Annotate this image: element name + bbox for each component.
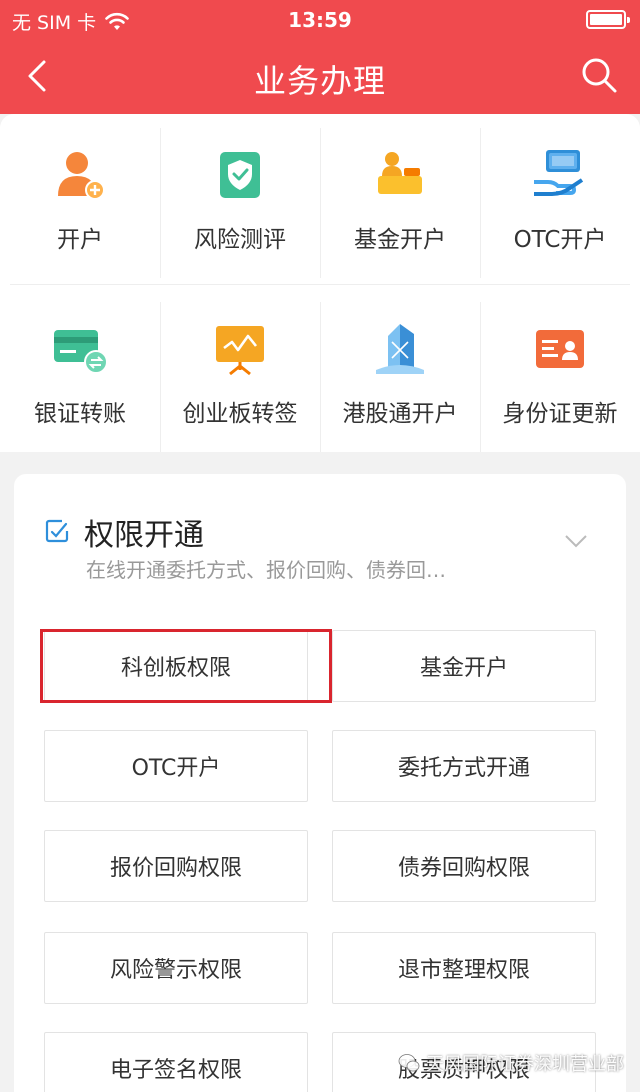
grid-item-id-update[interactable]: 身份证更新 [480, 302, 640, 452]
grid-item-fund-account[interactable]: 基金开户 [320, 128, 480, 278]
watermark: 天风国际证券深圳营业部 [398, 1050, 624, 1076]
grid-item-bank-transfer[interactable]: 银证转账 [0, 302, 160, 452]
permission-button-otc-account[interactable]: OTC开户 [44, 730, 308, 802]
grid-item-label: 开户 [57, 227, 103, 253]
grid-item-label: 港股通开户 [342, 401, 458, 427]
permission-button-delisting[interactable]: 退市整理权限 [332, 932, 596, 1004]
service-grid: 开户 风险测评 基金开户 OTC开户 银证转账 创业板转签 港股通开户 身份证更… [0, 114, 640, 452]
service-grid-row: 开户 风险测评 基金开户 OTC开户 [0, 128, 640, 278]
permission-button-bond-repo[interactable]: 债券回购权限 [332, 830, 596, 902]
grid-item-hk-connect[interactable]: 港股通开户 [320, 302, 480, 452]
wechat-icon [398, 1054, 420, 1072]
fund-account-icon [378, 152, 422, 194]
permission-button-quote-repo[interactable]: 报价回购权限 [44, 830, 308, 902]
permission-title: 权限开通 [84, 518, 204, 553]
permission-button-star-market[interactable]: 科创板权限 [44, 630, 308, 702]
grid-item-label: 银证转账 [34, 401, 126, 427]
permission-card: 权限开通 在线开通委托方式、报价回购、债券回… 科创板权限 基金开户 OTC开户… [14, 474, 626, 1092]
permission-subtitle: 在线开通委托方式、报价回购、债券回… [86, 558, 446, 582]
permission-button-risk-warning[interactable]: 风险警示权限 [44, 932, 308, 1004]
permission-button-fund-account[interactable]: 基金开户 [332, 630, 596, 702]
nav-bar: 业务办理 [0, 40, 640, 114]
watermark-text: 天风国际证券深圳营业部 [426, 1054, 624, 1075]
grid-item-label: 创业板转签 [182, 401, 298, 427]
service-grid-row: 银证转账 创业板转签 港股通开户 身份证更新 [0, 302, 640, 452]
hk-connect-icon [376, 324, 424, 374]
status-bar: 无 SIM 卡 13:59 [0, 0, 640, 40]
edit-checklist-icon [45, 519, 69, 543]
chinext-board-icon [216, 326, 264, 376]
page-title: 业务办理 [253, 62, 386, 100]
grid-item-label: 基金开户 [354, 227, 446, 253]
grid-item-label: OTC开户 [513, 227, 607, 253]
grid-item-chinext-transfer[interactable]: 创业板转签 [160, 302, 320, 452]
bank-card-transfer-icon [54, 330, 108, 374]
grid-item-label: 身份证更新 [502, 401, 618, 427]
battery-icon [586, 10, 630, 29]
permission-button-order-method[interactable]: 委托方式开通 [332, 730, 596, 802]
search-icon[interactable] [580, 56, 618, 94]
grid-divider [10, 284, 630, 285]
grid-item-risk-assessment[interactable]: 风险测评 [160, 128, 320, 278]
grid-item-open-account[interactable]: 开户 [0, 128, 160, 278]
grid-item-label: 风险测评 [194, 227, 286, 253]
status-time: 13:59 [288, 8, 352, 32]
otc-hand-icon [534, 150, 584, 196]
permission-button-e-signature[interactable]: 电子签名权限 [44, 1032, 308, 1092]
grid-item-otc-account[interactable]: OTC开户 [480, 128, 640, 278]
chevron-down-icon[interactable] [564, 534, 588, 548]
shield-check-icon [220, 152, 260, 198]
user-add-icon [58, 152, 105, 200]
id-card-icon [536, 330, 584, 368]
